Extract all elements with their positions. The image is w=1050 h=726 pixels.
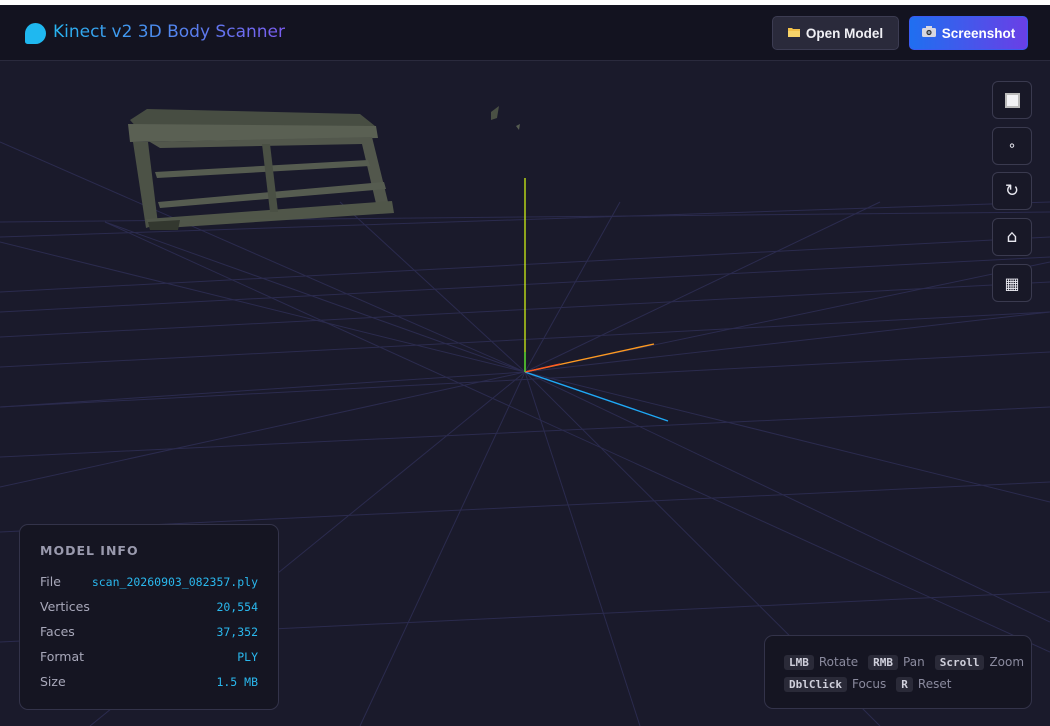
screenshot-button[interactable]: Screenshot	[909, 16, 1028, 50]
home-view-button[interactable]: ⌂	[992, 218, 1032, 256]
info-value: PLY	[237, 649, 258, 664]
grid-toggle-button[interactable]: ▦	[992, 264, 1032, 302]
key-badge: DblClick	[784, 676, 847, 692]
z-axis	[524, 371, 669, 422]
help-line: LMB Rotate RMB Pan Scroll Zoom	[784, 651, 1031, 673]
screenshot-label: Screenshot	[941, 25, 1016, 41]
help-line: DblClick Focus R Reset	[784, 673, 1031, 695]
info-label: Vertices	[40, 599, 90, 614]
camera-icon	[921, 26, 936, 40]
app-window: Kinect v2 3D Body Scanner Open Model Scr…	[0, 5, 1050, 726]
info-value: 37,352	[216, 624, 258, 639]
key-action: Rotate	[818, 655, 859, 669]
auto-rotate-button[interactable]: ↻	[992, 172, 1032, 210]
solid-view-button[interactable]	[992, 81, 1032, 119]
info-value: 20,554	[216, 599, 258, 614]
home-icon: ⌂	[1006, 227, 1018, 247]
key-badge: RMB	[868, 654, 899, 670]
info-label: Size	[40, 674, 66, 689]
info-row-format: Format PLY	[40, 644, 258, 669]
scanned-mesh	[128, 106, 520, 230]
info-label: Format	[40, 649, 85, 664]
info-row-file: File scan_20260903_082357.ply	[40, 569, 258, 594]
info-row-vertices: Vertices 20,554	[40, 594, 258, 619]
top-bar: Kinect v2 3D Body Scanner Open Model Scr…	[0, 5, 1050, 61]
axes-helper	[524, 178, 669, 422]
open-model-label: Open Model	[805, 25, 884, 41]
key-action: Pan	[903, 655, 925, 669]
app-title: Kinect v2 3D Body Scanner	[53, 22, 285, 42]
info-row-faces: Faces 37,352	[40, 619, 258, 644]
kinect-logo-icon	[25, 23, 46, 44]
points-view-button[interactable]: ∘	[992, 127, 1032, 165]
key-badge: LMB	[784, 654, 814, 670]
key-badge: R	[896, 676, 913, 692]
rotate-icon: ↻	[1004, 181, 1020, 201]
info-label: Faces	[40, 624, 75, 639]
key-badge: Scroll	[934, 654, 985, 670]
info-value: 1.5 MB	[216, 674, 258, 689]
model-info-heading: MODEL INFO	[40, 543, 139, 558]
info-label: File	[40, 574, 61, 589]
open-model-button[interactable]: Open Model	[772, 16, 899, 50]
folder-icon	[787, 27, 800, 40]
info-row-size: Size 1.5 MB	[40, 669, 258, 694]
key-action: Focus	[851, 677, 887, 691]
model-info-panel: MODEL INFO File scan_20260903_082357.ply…	[19, 524, 279, 710]
controls-help-panel: LMB Rotate RMB Pan Scroll Zoom DblClick …	[764, 635, 1032, 709]
grid-icon: ▦	[1004, 273, 1020, 293]
dot-icon: ∘	[1007, 138, 1017, 154]
key-action: Reset	[917, 677, 952, 691]
key-action: Zoom	[989, 655, 1025, 669]
info-value: scan_20260903_082357.ply	[91, 574, 258, 589]
square-icon	[1004, 92, 1020, 108]
